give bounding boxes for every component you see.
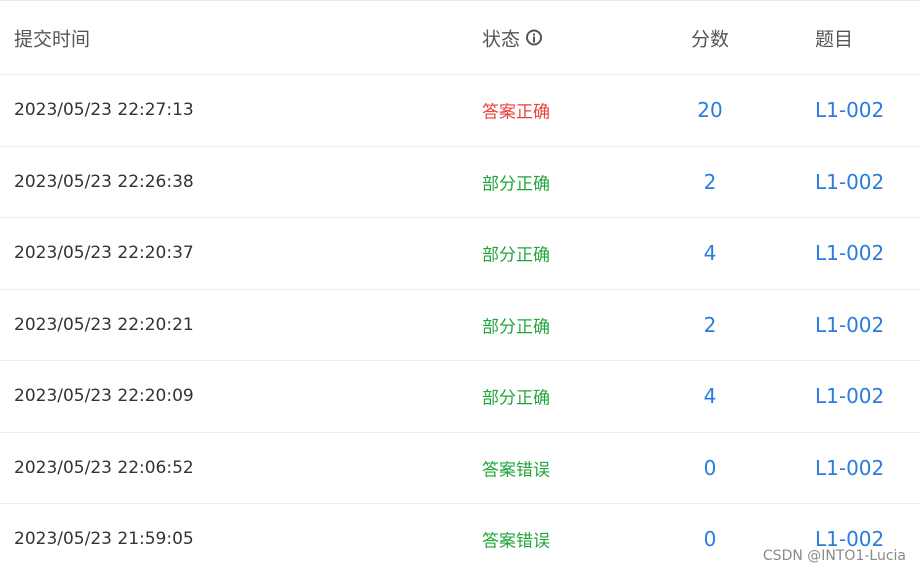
status-label[interactable]: 部分正确 (482, 384, 550, 409)
table-row[interactable]: 2023/05/23 22:20:37 部分正确 4 L1-002 (0, 218, 920, 290)
score-value: 4 (703, 384, 717, 409)
problem-link[interactable]: L1-002 (815, 384, 884, 408)
table-row[interactable]: 2023/05/23 22:20:21 部分正确 2 L1-002 (0, 290, 920, 361)
submit-time: 2023/05/23 22:20:09 (14, 386, 194, 407)
table-header: 提交时间 状态 分数 题目 (0, 1, 920, 75)
status-label[interactable]: 答案错误 (482, 455, 550, 480)
header-score[interactable]: 分数 (691, 24, 729, 51)
score-value: 2 (703, 169, 717, 194)
status-label[interactable]: 答案错误 (482, 527, 550, 552)
table-row[interactable]: 2023/05/23 22:26:38 部分正确 2 L1-002 (0, 147, 920, 218)
header-problem[interactable]: 题目 (815, 24, 853, 51)
problem-link[interactable]: L1-002 (815, 170, 884, 194)
header-status[interactable]: 状态 (482, 24, 543, 51)
submit-time: 2023/05/23 22:20:21 (14, 314, 194, 335)
submit-time: 2023/05/23 22:20:37 (14, 243, 194, 264)
submissions-table: 提交时间 状态 分数 题目 2023/05/23 22:27:13 答案正确 20 L… (0, 0, 920, 572)
info-icon[interactable] (526, 29, 543, 46)
score-value: 4 (703, 241, 717, 266)
problem-link[interactable]: L1-002 (815, 313, 884, 337)
problem-link[interactable]: L1-002 (815, 456, 884, 480)
score-value: 20 (697, 98, 723, 123)
score-value: 2 (703, 312, 717, 337)
status-label[interactable]: 部分正确 (482, 169, 550, 194)
status-label[interactable]: 部分正确 (482, 312, 550, 337)
score-value: 0 (703, 527, 717, 552)
problem-link[interactable]: L1-002 (815, 241, 884, 265)
score-value: 0 (703, 455, 717, 480)
status-label[interactable]: 部分正确 (482, 241, 550, 266)
table-row[interactable]: 2023/05/23 22:20:09 部分正确 4 L1-002 (0, 361, 920, 433)
problem-link[interactable]: L1-002 (815, 98, 884, 122)
submit-time: 2023/05/23 22:26:38 (14, 171, 194, 192)
table-row[interactable]: 2023/05/23 22:27:13 答案正确 20 L1-002 (0, 75, 920, 147)
status-label[interactable]: 答案正确 (482, 98, 550, 123)
submit-time: 2023/05/23 21:59:05 (14, 529, 194, 550)
watermark: CSDN @INTO1-Lucia (762, 548, 906, 564)
submit-time: 2023/05/23 22:27:13 (14, 100, 194, 121)
header-submit-time[interactable]: 提交时间 (14, 24, 90, 51)
table-row[interactable]: 2023/05/23 22:06:52 答案错误 0 L1-002 (0, 433, 920, 504)
header-status-label: 状态 (482, 28, 521, 50)
submit-time: 2023/05/23 22:06:52 (14, 457, 194, 478)
